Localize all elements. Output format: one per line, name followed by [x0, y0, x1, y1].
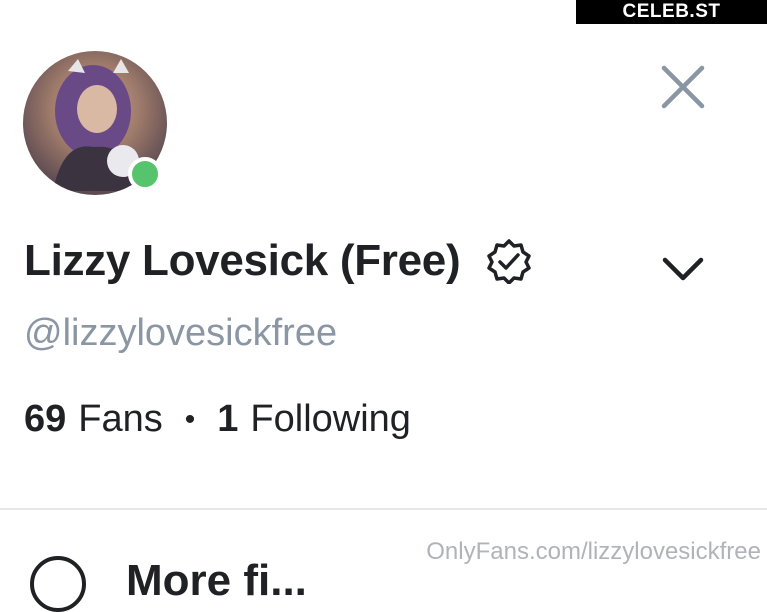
- verified-badge-icon: [487, 239, 532, 284]
- following-label: Following: [250, 398, 411, 440]
- following-count[interactable]: 1: [217, 398, 238, 441]
- chevron-down-icon: [662, 257, 704, 281]
- more-section-label[interactable]: More fi...: [126, 556, 307, 606]
- close-button[interactable]: [660, 64, 706, 110]
- expand-profile-button[interactable]: [659, 250, 707, 286]
- profile-stats: 69 Fans • 1 Following: [24, 398, 411, 441]
- stats-separator: •: [184, 402, 196, 436]
- fans-label: Fans: [78, 398, 163, 440]
- section-divider: [0, 508, 767, 510]
- name-row: Lizzy Lovesick (Free): [24, 236, 532, 286]
- close-icon: [661, 65, 705, 109]
- profile-handle: @lizzylovesickfree: [24, 312, 338, 354]
- more-icon[interactable]: [30, 556, 86, 612]
- display-name: Lizzy Lovesick (Free): [24, 236, 461, 285]
- watermark-top: CELEB.ST: [576, 0, 767, 24]
- online-status-dot: [128, 157, 162, 191]
- fans-count[interactable]: 69: [24, 398, 66, 441]
- watermark-bottom: OnlyFans.com/lizzylovesickfree: [426, 538, 761, 565]
